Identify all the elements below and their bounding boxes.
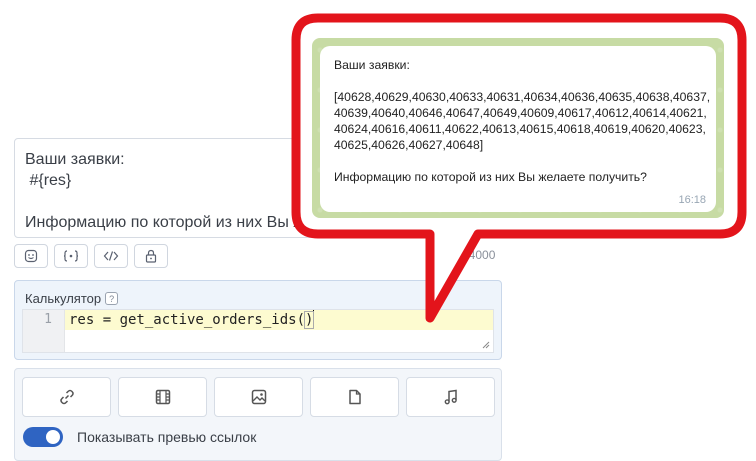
preview-line: Ваши заявки: [334, 58, 410, 72]
message-bubble: Ваши заявки: [40628,40629,40630,40633,40… [320, 46, 716, 212]
attachment-buttons [22, 377, 495, 417]
calculator-panel: Калькулятор ? 1 res = get_active_orders_… [14, 280, 502, 360]
attach-image-button[interactable] [214, 377, 303, 417]
attachments-panel: Показывать превью ссылок [14, 368, 502, 461]
message-time: 16:18 [678, 194, 706, 206]
code-line[interactable]: res = get_active_orders_ids() [65, 310, 493, 330]
chat-preview: Ваши заявки: [40628,40629,40630,40633,40… [312, 38, 724, 218]
preview-line: 40624,40616,40611,40622,40613,40615,4061… [334, 122, 706, 136]
link-preview-toggle[interactable] [23, 427, 63, 447]
code-editor[interactable]: 1 res = get_active_orders_ids() [22, 309, 494, 353]
resize-handle-icon[interactable] [490, 226, 498, 234]
line-gutter: 1 [23, 310, 65, 352]
music-icon [444, 389, 457, 405]
line-number: 1 [44, 312, 52, 327]
preview-line: 40639,40640,40646,40647,40649,40609,4061… [334, 106, 707, 120]
resize-handle-icon[interactable] [482, 341, 490, 349]
film-icon [155, 389, 170, 405]
text-cursor [313, 310, 315, 326]
attach-audio-button[interactable] [406, 377, 495, 417]
character-counter: 71/4000 [452, 248, 496, 262]
attach-video-button[interactable] [118, 377, 207, 417]
code-paren: ) [303, 311, 315, 329]
link-preview-label: Показывать превью ссылок [77, 429, 257, 445]
attach-link-button[interactable] [22, 377, 111, 417]
help-icon[interactable]: ? [105, 292, 119, 305]
calculator-title: Калькулятор [25, 291, 102, 306]
image-icon [251, 389, 266, 405]
code-icon [103, 251, 119, 261]
code-button[interactable] [94, 244, 128, 268]
editor-toolbar [14, 244, 168, 268]
variable-icon [63, 250, 79, 262]
link-preview-setting: Показывать превью ссылок [23, 427, 256, 447]
toggle-knob [46, 430, 60, 444]
file-icon [348, 389, 361, 405]
attach-file-button[interactable] [310, 377, 399, 417]
lock-button[interactable] [134, 244, 168, 268]
emoji-icon [24, 249, 38, 263]
preview-line: 40625,40626,40627,40648] [334, 138, 484, 152]
calculator-title-row: Калькулятор ? [25, 291, 119, 306]
preview-line [334, 73, 702, 89]
preview-line: Информацию по которой из них Вы желаете … [334, 170, 647, 184]
lock-icon [145, 249, 157, 263]
preview-line: [40628,40629,40630,40633,40631,40634,406… [334, 90, 711, 104]
code-text: res = get_active_orders_ids( [69, 312, 306, 328]
preview-line [334, 153, 702, 169]
emoji-button[interactable] [14, 244, 48, 268]
variable-button[interactable] [54, 244, 88, 268]
link-icon [59, 389, 74, 405]
